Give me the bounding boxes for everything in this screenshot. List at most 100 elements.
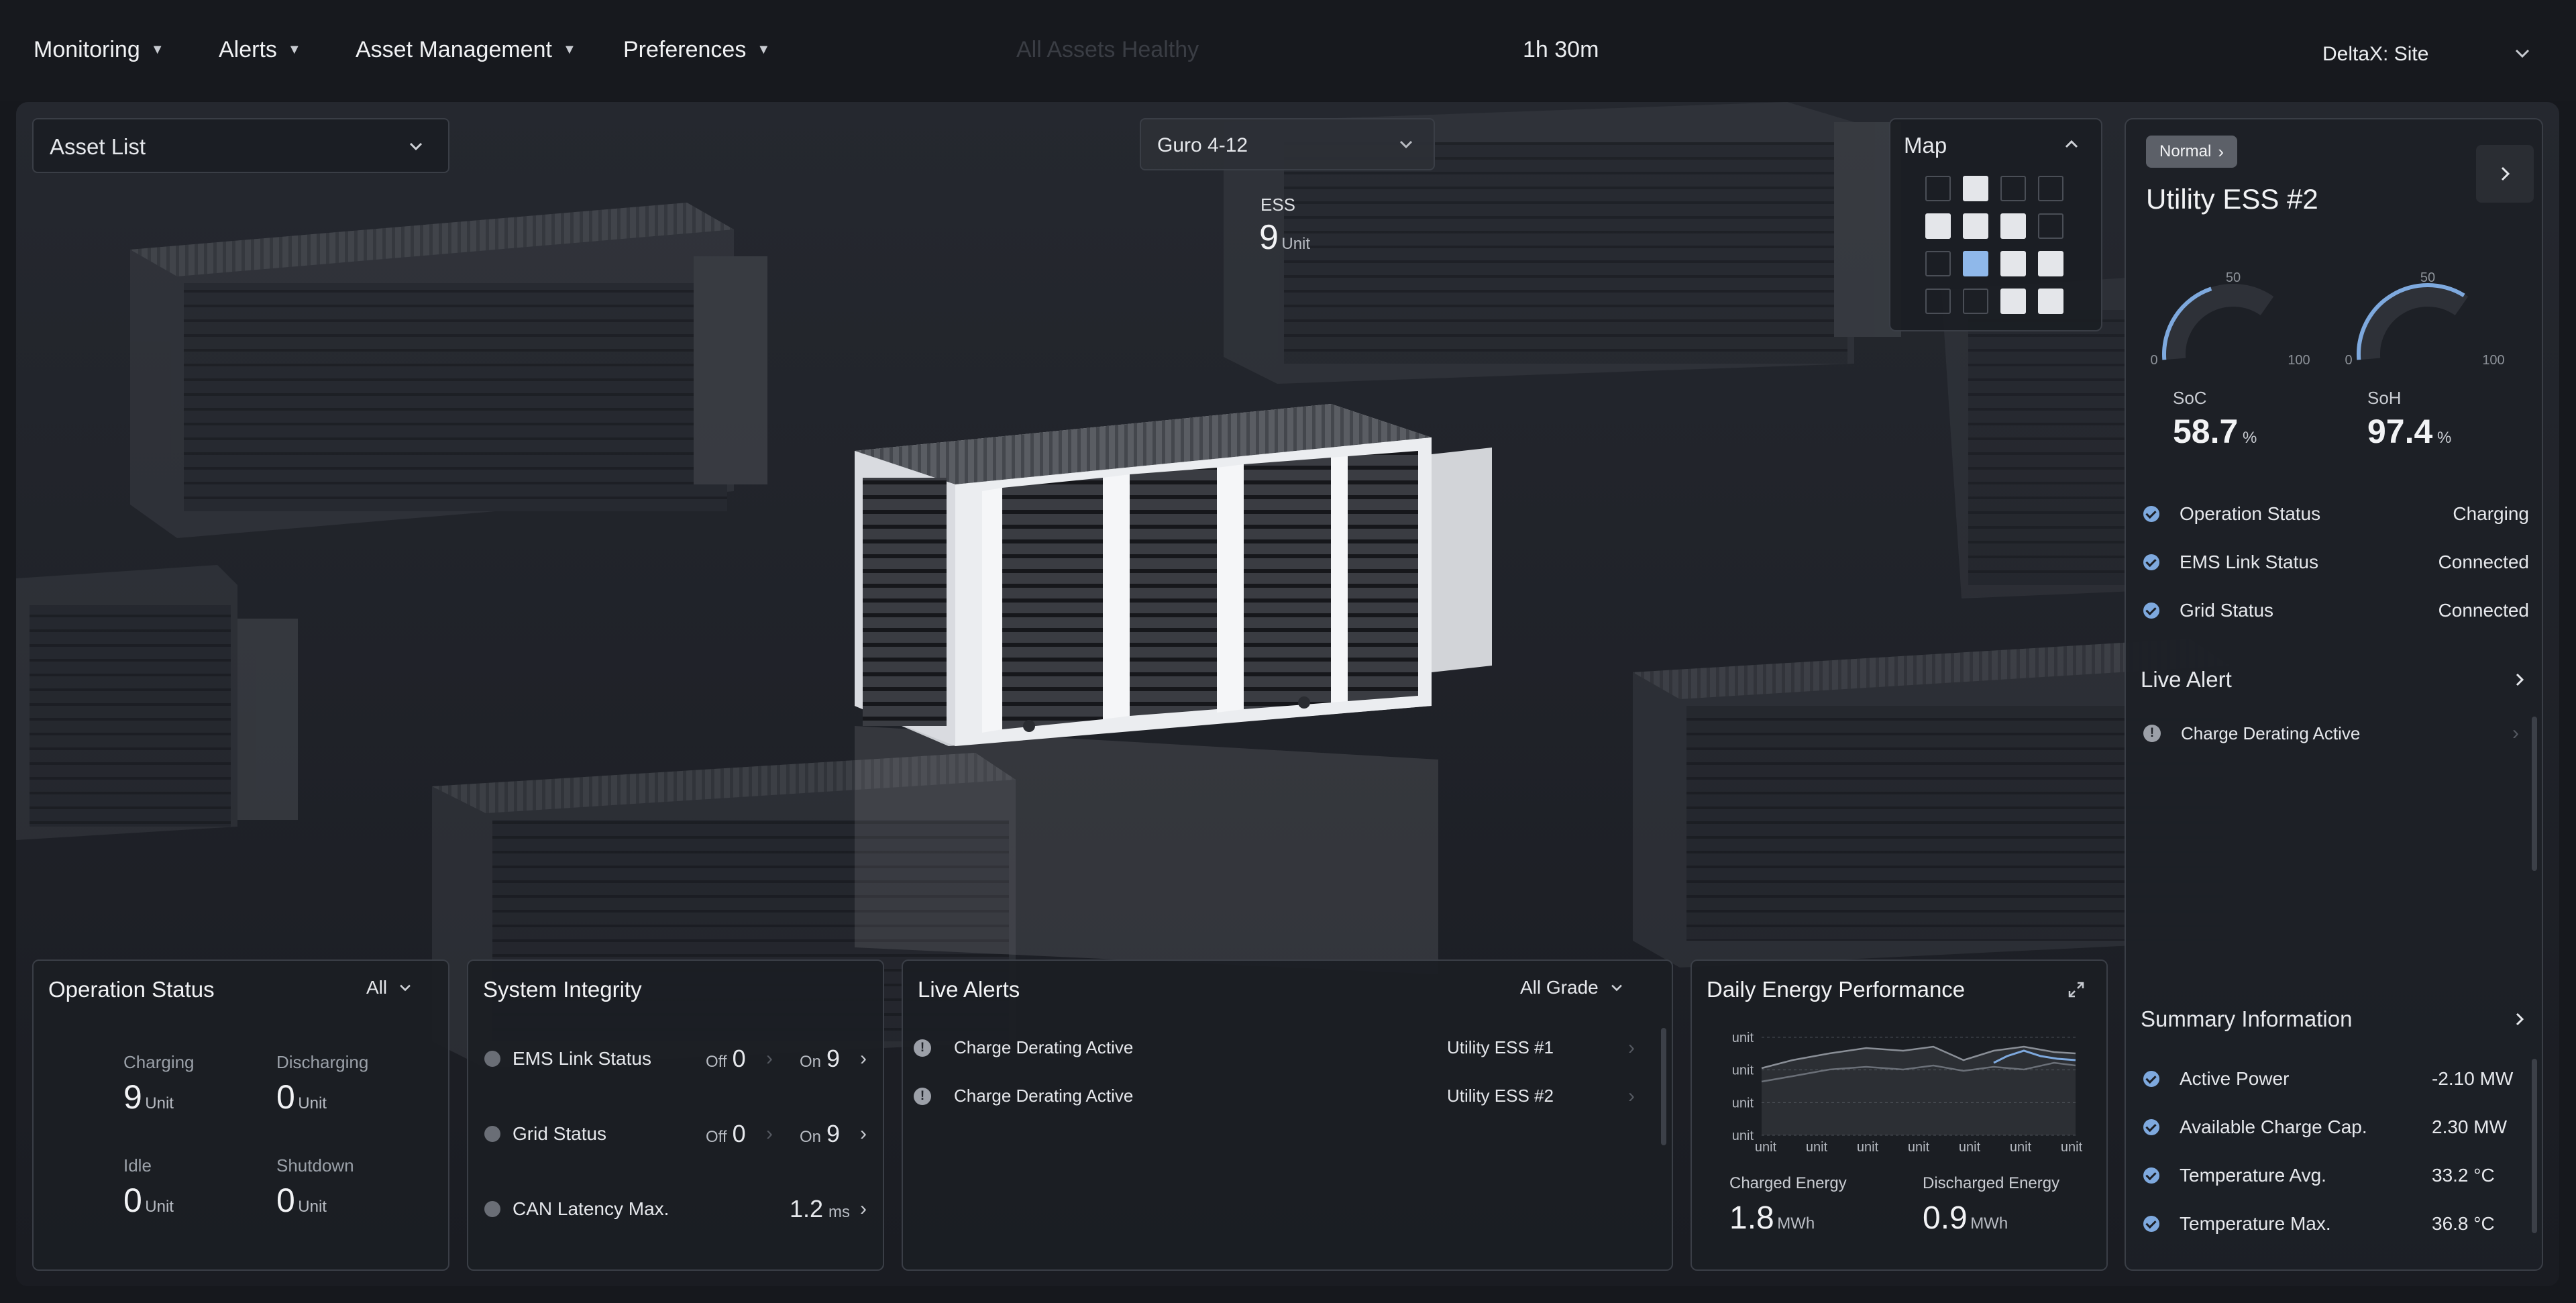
status-value: Connected [2438,600,2529,621]
map-cell-empty[interactable] [2000,176,2026,201]
map-cell-filled[interactable] [2000,289,2026,314]
chevron-down-icon [409,142,423,151]
menu-monitoring[interactable]: Monitoring ▼ [34,37,164,63]
op-label-idle: Idle [123,1155,152,1176]
status-label: Operation Status [2180,503,2321,524]
map-cell-filled[interactable] [2038,289,2063,314]
chevron-up-icon[interactable] [2061,134,2082,154]
operation-status-title: Operation Status [48,977,215,1002]
map-cell-filled[interactable] [1963,176,1988,201]
alert-asset: Utility ESS #2 [1447,1086,1554,1106]
map-cell-filled[interactable] [1963,213,1988,239]
live-alert-item[interactable]: ! Charge Derating Active › [2143,722,2519,745]
gauge-soh: 0 50 100 SoH 97.4 % [2341,260,2515,482]
off-value: 0 [732,1045,746,1072]
menu-preferences[interactable]: Preferences ▼ [623,37,770,63]
menu-alerts-label: Alerts [219,37,277,62]
integrity-row-grid[interactable]: Grid Status Off 0 › On 9 › [484,1120,873,1147]
map-cell-empty[interactable] [2038,176,2063,201]
op-unit: Unit [298,1094,327,1112]
gauge-tick-label: 100 [2288,353,2310,368]
op-unit: Unit [298,1198,327,1216]
map-cell-filled[interactable] [1925,213,1951,239]
status-badge[interactable]: Normal › [2146,136,2238,168]
summary-row: Temperature Avg. 33.2 °C [2143,1165,2519,1186]
ess-count: 9 Unit [1259,217,1310,258]
integrity-row-latency[interactable]: CAN Latency Max. 1.2 ms › [484,1195,873,1222]
op-discharging: 0 Unit [276,1078,327,1116]
chevron-right-icon: › [1628,1084,1635,1107]
summary-header[interactable]: Summary Information [2141,1006,2530,1032]
op-shutdown: 0 Unit [276,1181,327,1220]
floor-reflection [855,726,1438,974]
asset-3d-viewport[interactable]: Asset List Guro 4-12 ESS 9 Unit Map Norm… [16,102,2559,1286]
integrity-row-ems[interactable]: EMS Link Status Off 0 › On 9 › [484,1045,873,1072]
asset-list-dropdown[interactable]: Asset List [32,118,449,173]
alert-row[interactable]: ! Charge Derating Active Utility ESS #1 … [914,1037,1638,1059]
summary-label: Active Power [2180,1068,2290,1089]
x-tick-label: unit [1959,1140,1981,1155]
group-select-value: Guro 4-12 [1157,134,1248,156]
alert-grade-filter[interactable]: All Grade [1520,977,1625,998]
discharged-value: 0.9 [1923,1200,1968,1236]
selected-ess-container[interactable] [855,404,1492,746]
background-container [130,203,767,538]
alert-scrollbar[interactable] [2532,717,2537,871]
summary-value: 2.30 MW [2432,1116,2508,1137]
alert-row[interactable]: ! Charge Derating Active Utility ESS #2 … [914,1084,1638,1107]
map-cell-empty[interactable] [2038,213,2063,239]
alerts-scrollbar[interactable] [1661,1028,1666,1145]
live-alert-header[interactable]: Live Alert [2141,667,2530,692]
alert-icon: ! [914,1087,931,1105]
map-cell-empty[interactable] [1963,289,1988,314]
gauge-track [2357,284,2469,360]
status-dot-icon [484,1126,500,1142]
map-cell-empty[interactable] [1925,176,1951,201]
session-timer: 1h 30m [1523,37,1599,62]
map-cell-filled[interactable] [2000,251,2026,276]
chevron-down-icon[interactable] [2512,43,2532,63]
status-dot-icon [484,1051,500,1067]
on-label: On [800,1053,822,1071]
chevron-right-icon: › [766,1047,773,1070]
map-cell-filled[interactable] [2038,251,2063,276]
x-tick-label: unit [2061,1140,2083,1155]
chevron-right-icon: › [2218,141,2224,162]
y-tick-label: unit [1732,1063,1754,1078]
filter-value: All Grade [1520,977,1599,998]
status-dot-icon [484,1201,500,1217]
site-selector[interactable]: DeltaX: Site [2322,43,2428,66]
filter-value: All [366,977,388,998]
menu-preferences-label: Preferences [623,37,747,62]
gauge-track [2163,284,2274,360]
expand-icon[interactable] [2066,980,2086,1000]
expand-detail-button[interactable] [2476,145,2534,203]
alert-icon: ! [2143,725,2161,742]
summary-row: Temperature Max. 36.8 °C [2143,1213,2519,1235]
op-label-shutdown: Shutdown [276,1155,354,1176]
status-badge-label: Normal [2159,142,2212,160]
menu-monitoring-label: Monitoring [34,37,140,62]
charged-unit: MWh [1777,1214,1815,1233]
menu-alerts[interactable]: Alerts ▼ [219,37,301,63]
summary-row: Available Charge Cap. 2.30 MW [2143,1116,2519,1138]
check-icon [2143,1167,2159,1184]
gauge-arc: 0 50 100 [2345,270,2504,368]
gauge-soc: 0 50 100 SoC 58.7 % [2146,260,2320,482]
chevron-right-icon: › [2512,722,2519,744]
operation-status-filter[interactable]: All [366,977,414,998]
caret-down-icon: ▼ [562,42,576,57]
status-label: Grid Status [2180,600,2274,621]
map-cell-empty[interactable] [1925,251,1951,276]
menu-asset-management[interactable]: Asset Management ▼ [356,37,576,63]
group-select[interactable]: Guro 4-12 [1140,118,1435,170]
alert-icon: ! [914,1039,931,1057]
map-cell-empty[interactable] [1925,289,1951,314]
summary-title: Summary Information [2141,1006,2353,1031]
summary-scrollbar[interactable] [2532,1059,2537,1233]
map-cell-filled[interactable] [2000,213,2026,239]
map-cell-selected[interactable] [1963,251,1988,276]
gauge-tick-label: 50 [2420,270,2435,285]
operation-status-card: Operation Status All Charging 9 Unit Dis… [32,959,449,1271]
x-tick-label: unit [1908,1140,1930,1155]
